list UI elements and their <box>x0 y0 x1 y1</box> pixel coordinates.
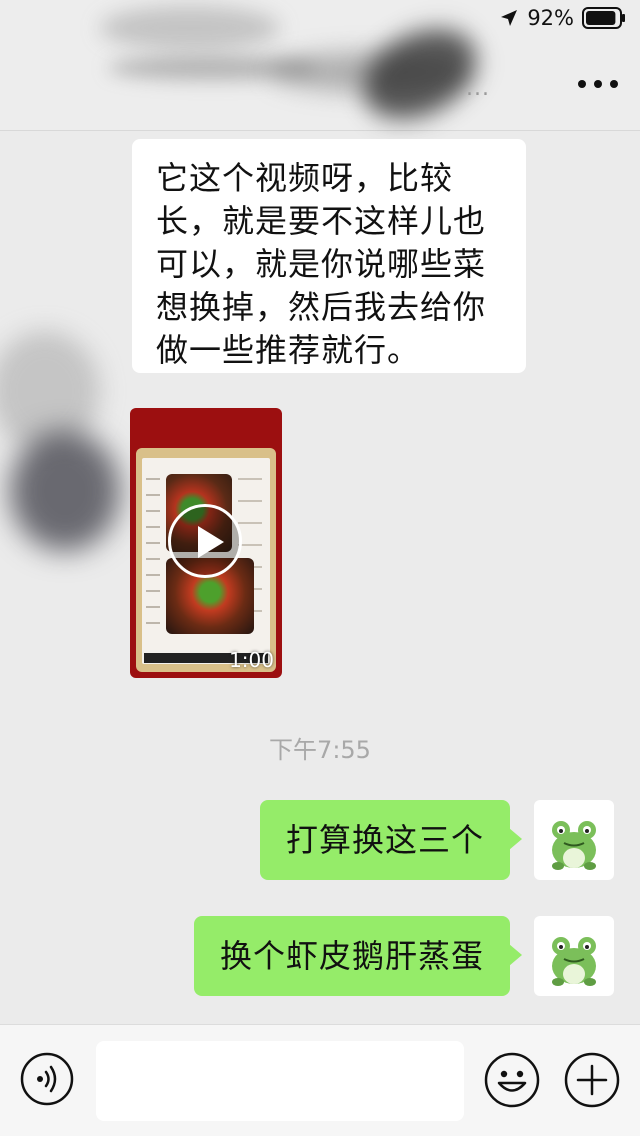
emoji-icon[interactable] <box>484 1052 540 1108</box>
video-thumbnail-detail <box>146 478 160 628</box>
location-arrow-icon <box>501 10 518 26</box>
avatar[interactable] <box>534 916 614 996</box>
video-message[interactable]: 1:00 <box>130 408 282 678</box>
frog-avatar-icon <box>552 821 596 870</box>
avatar[interactable] <box>534 800 614 880</box>
status-bar: 92% <box>0 0 640 40</box>
battery-icon <box>582 7 625 29</box>
incoming-message-bubble[interactable]: 它这个视频呀，比较长，就是要不这样儿也可以，就是你说哪些菜想换掉，然后我去给你做… <box>132 139 526 373</box>
redaction-smudge <box>108 56 318 80</box>
more-dot <box>594 80 602 88</box>
input-bar <box>0 1024 640 1136</box>
status-indicators: 92% <box>499 6 626 30</box>
redaction-smudge <box>270 52 470 92</box>
more-options-button[interactable] <box>578 66 618 102</box>
chat-header: ... <box>0 6 640 138</box>
voice-icon[interactable] <box>20 1052 74 1106</box>
outgoing-message-bubble[interactable]: 换个虾皮鹅肝蒸蛋 <box>193 916 523 996</box>
more-dots-icon <box>578 80 586 88</box>
header-subtitle: ... <box>466 76 490 101</box>
battery-percent: 92% <box>527 6 574 30</box>
redaction-smudge <box>10 431 120 551</box>
outgoing-message-bubble[interactable]: 打算换这三个 <box>259 800 523 880</box>
message-input[interactable] <box>96 1041 464 1121</box>
add-icon[interactable] <box>564 1052 620 1108</box>
redaction-smudge <box>0 331 100 451</box>
message-timestamp: 下午7:55 <box>269 736 371 764</box>
video-duration: 1:00 <box>229 648 274 672</box>
frog-avatar-icon <box>552 937 596 986</box>
play-icon[interactable] <box>168 504 242 578</box>
chat-area[interactable]: 它这个视频呀，比较长，就是要不这样儿也可以，就是你说哪些菜想换掉，然后我去给你做… <box>0 131 640 1024</box>
more-dot <box>610 80 618 88</box>
